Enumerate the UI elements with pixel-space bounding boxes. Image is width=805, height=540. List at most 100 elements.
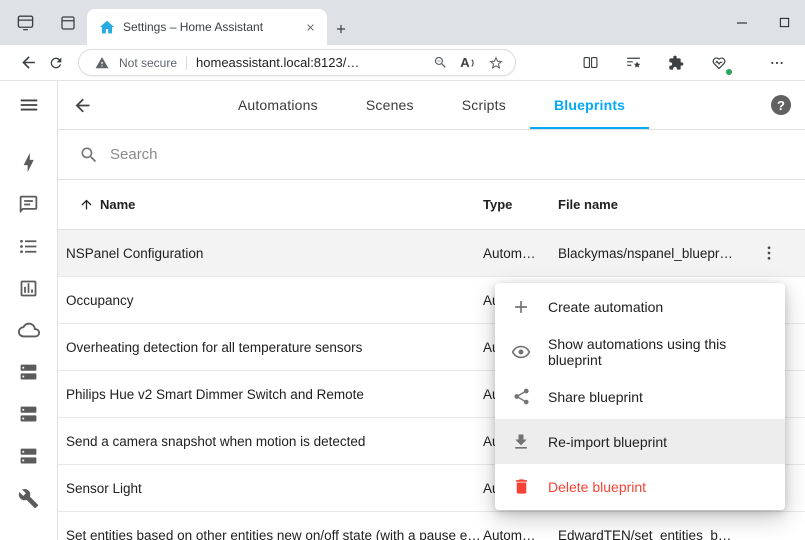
back-arrow-icon bbox=[72, 95, 93, 116]
tab-title: Settings – Home Assistant bbox=[123, 20, 293, 34]
lightning-bolt-icon bbox=[18, 152, 39, 173]
row-name: Overheating detection for all temperatur… bbox=[58, 340, 483, 355]
menu-item-share-blueprint[interactable]: Share blueprint bbox=[495, 374, 785, 419]
row-name: Sensor Light bbox=[58, 481, 483, 496]
split-screen-button[interactable] bbox=[576, 49, 604, 77]
browser-toolbar: Not secure homeassistant.local:8123/… A bbox=[0, 45, 805, 81]
address-bar[interactable]: Not secure homeassistant.local:8123/… A bbox=[78, 49, 516, 76]
browser-menu-button[interactable] bbox=[763, 49, 791, 77]
download-icon bbox=[511, 432, 531, 452]
tab-scripts[interactable]: Scripts bbox=[438, 81, 530, 129]
maximize-button[interactable] bbox=[763, 0, 805, 45]
table-header-row: Name Type File name bbox=[58, 180, 805, 230]
ha-sidebar bbox=[0, 81, 58, 540]
browser-essentials-button[interactable] bbox=[705, 49, 733, 77]
read-aloud-icon: A bbox=[460, 55, 475, 70]
column-header-name[interactable]: Name bbox=[58, 197, 483, 212]
column-header-file-name[interactable]: File name bbox=[558, 197, 733, 212]
ha-back-button[interactable] bbox=[58, 81, 106, 129]
cloud-icon bbox=[18, 319, 40, 341]
sidebar-item-logbook[interactable] bbox=[0, 225, 57, 267]
menu-item-label: Delete blueprint bbox=[548, 479, 646, 495]
refresh-button[interactable] bbox=[42, 49, 70, 77]
sidebar-item-server-3[interactable] bbox=[0, 435, 57, 477]
plus-icon bbox=[334, 22, 348, 36]
sidebar-item-history[interactable] bbox=[0, 267, 57, 309]
zoom-out-button[interactable] bbox=[429, 52, 451, 74]
tab-automations[interactable]: Automations bbox=[214, 81, 342, 129]
sidebar-item-developer-tools[interactable] bbox=[0, 477, 57, 519]
ha-header: Automations Scenes Scripts Blueprints ? bbox=[58, 81, 805, 130]
extensions-puzzle-icon bbox=[668, 55, 684, 71]
menu-item-label: Create automation bbox=[548, 299, 663, 315]
sidebar-menu-button[interactable] bbox=[0, 81, 57, 129]
favorites-hub-button[interactable] bbox=[619, 49, 647, 77]
vertical-tabs-icon[interactable] bbox=[59, 14, 77, 32]
row-menu-button[interactable] bbox=[751, 235, 787, 271]
favorite-star-button[interactable] bbox=[485, 52, 507, 74]
refresh-icon bbox=[48, 55, 64, 71]
menu-item-reimport-blueprint[interactable]: Re-import blueprint bbox=[495, 419, 785, 464]
row-file: Blackymas/nspanel_blueprin… bbox=[558, 246, 733, 261]
minimize-icon bbox=[736, 17, 748, 29]
blueprint-context-menu: Create automation Show automations using… bbox=[495, 283, 785, 510]
row-file: EdwardTEN/set_entities_bas… bbox=[558, 528, 733, 540]
row-name: NSPanel Configuration bbox=[58, 246, 483, 261]
table-row[interactable]: Set entities based on other entities new… bbox=[58, 512, 805, 540]
hamburger-icon bbox=[18, 94, 40, 116]
row-name: Philips Hue v2 Smart Dimmer Switch and R… bbox=[58, 387, 483, 402]
menu-item-create-automation[interactable]: Create automation bbox=[495, 284, 785, 329]
site-info-warning-icon[interactable] bbox=[91, 52, 113, 74]
column-header-type[interactable]: Type bbox=[483, 197, 558, 212]
menu-item-show-automations[interactable]: Show automations using this blueprint bbox=[495, 329, 785, 374]
zoom-out-icon bbox=[433, 55, 448, 70]
browser-tab-strip: Settings – Home Assistant bbox=[0, 0, 805, 45]
url-text[interactable]: homeassistant.local:8123/… bbox=[196, 55, 423, 70]
server-icon bbox=[18, 362, 39, 383]
table-row[interactable]: NSPanel Configuration Autom… Blackymas/n… bbox=[58, 230, 805, 277]
search-bar bbox=[58, 130, 805, 180]
security-label: Not secure bbox=[119, 56, 177, 70]
essentials-status-badge bbox=[725, 68, 733, 76]
extensions-button[interactable] bbox=[662, 49, 690, 77]
maximize-icon bbox=[779, 17, 790, 28]
address-divider bbox=[186, 56, 187, 70]
browser-tab[interactable]: Settings – Home Assistant bbox=[87, 9, 327, 45]
read-aloud-button[interactable]: A bbox=[457, 52, 479, 74]
menu-item-label: Re-import blueprint bbox=[548, 434, 667, 450]
new-tab-button[interactable] bbox=[327, 13, 355, 45]
help-button[interactable]: ? bbox=[757, 95, 805, 115]
sidebar-item-assist[interactable] bbox=[0, 183, 57, 225]
sidebar-item-server-1[interactable] bbox=[0, 351, 57, 393]
back-button[interactable] bbox=[14, 49, 42, 77]
minimize-button[interactable] bbox=[721, 0, 763, 45]
sidebar-item-cloud[interactable] bbox=[0, 309, 57, 351]
help-icon: ? bbox=[771, 95, 791, 115]
row-name: Occupancy bbox=[58, 293, 483, 308]
sort-ascending-icon bbox=[79, 197, 94, 212]
sidebar-item-server-2[interactable] bbox=[0, 393, 57, 435]
menu-item-delete-blueprint[interactable]: Delete blueprint bbox=[495, 464, 785, 509]
bar-chart-icon bbox=[18, 278, 39, 299]
search-input[interactable] bbox=[110, 146, 789, 163]
row-name: Set entities based on other entities new… bbox=[58, 528, 483, 540]
tab-blueprints[interactable]: Blueprints bbox=[530, 81, 649, 129]
tab-close-button[interactable] bbox=[301, 18, 319, 36]
browser-essentials-icon bbox=[711, 55, 727, 71]
bullet-list-icon bbox=[18, 236, 39, 257]
server-icon bbox=[18, 446, 39, 467]
chat-icon bbox=[18, 194, 39, 215]
row-name: Send a camera snapshot when motion is de… bbox=[58, 434, 483, 449]
row-type: Autom… bbox=[483, 246, 558, 261]
split-screen-icon bbox=[582, 54, 599, 71]
menu-item-label: Show automations using this blueprint bbox=[548, 336, 769, 368]
sidebar-item-energy[interactable] bbox=[0, 141, 57, 183]
star-icon bbox=[488, 55, 504, 71]
tab-scenes[interactable]: Scenes bbox=[342, 81, 438, 129]
ellipsis-icon bbox=[769, 55, 785, 71]
favorites-hub-icon bbox=[625, 54, 642, 71]
eye-icon bbox=[511, 342, 531, 362]
home-assistant-favicon-icon bbox=[99, 19, 115, 35]
search-icon bbox=[79, 145, 99, 165]
workspaces-icon[interactable] bbox=[16, 13, 35, 32]
